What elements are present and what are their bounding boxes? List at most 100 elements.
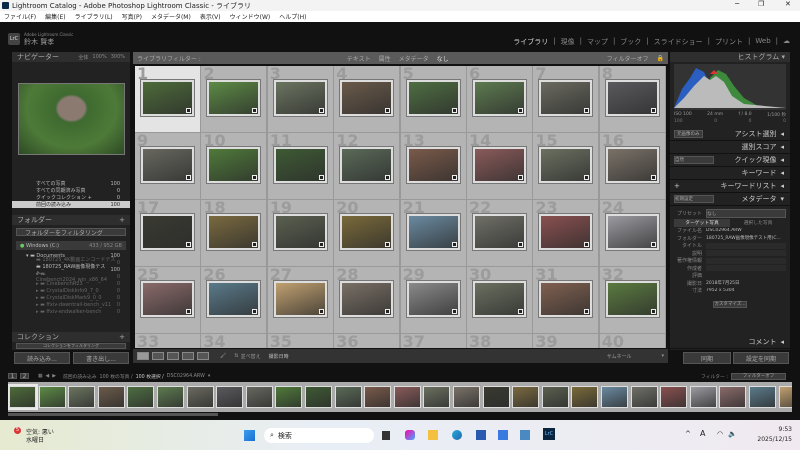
photo-thumbnail[interactable] bbox=[207, 80, 261, 116]
filter-metadata[interactable]: メタデータ bbox=[399, 54, 429, 63]
metadata-view-select[interactable]: 初期設定 bbox=[674, 195, 714, 203]
photo-thumbnail[interactable] bbox=[340, 80, 394, 116]
filmstrip-thumbnail[interactable] bbox=[719, 386, 747, 408]
menu-edit[interactable]: 編集(E) bbox=[45, 12, 65, 21]
sync-button[interactable]: 同期 bbox=[683, 352, 731, 364]
filmstrip-thumbnail[interactable] bbox=[512, 386, 540, 408]
export-button[interactable]: 書き出し... bbox=[73, 352, 129, 364]
menu-view[interactable]: 表示(V) bbox=[200, 12, 221, 21]
photo-thumbnail[interactable] bbox=[605, 281, 659, 317]
photo-thumbnail[interactable] bbox=[406, 147, 460, 183]
edit-badge-icon[interactable] bbox=[518, 175, 523, 180]
field-value[interactable] bbox=[706, 273, 786, 279]
zoom-100[interactable]: 100% bbox=[92, 54, 106, 60]
grid-cell[interactable]: 4 bbox=[334, 66, 401, 133]
grid-cell[interactable]: 6 bbox=[467, 66, 533, 133]
grid-cell[interactable]: 1 bbox=[135, 66, 201, 133]
edit-badge-icon[interactable] bbox=[318, 175, 324, 180]
loupe-view-icon[interactable] bbox=[152, 352, 164, 360]
field-value[interactable] bbox=[706, 250, 786, 257]
filter-none[interactable]: なし bbox=[437, 54, 449, 63]
filmstrip-thumbnail[interactable] bbox=[541, 386, 569, 408]
filmstrip-thumbnail[interactable] bbox=[660, 386, 688, 408]
metadata-field[interactable]: 寸法 7952 x 5304 bbox=[674, 287, 786, 295]
photo-thumbnail[interactable] bbox=[473, 80, 526, 116]
people-view-icon[interactable] bbox=[197, 352, 209, 360]
edit-badge-icon[interactable] bbox=[650, 242, 656, 247]
grid-cell[interactable]: 36 bbox=[334, 332, 401, 348]
filmstrip-thumbnail[interactable] bbox=[601, 386, 628, 408]
photo-thumbnail[interactable] bbox=[406, 214, 460, 250]
photo-thumbnail[interactable] bbox=[207, 147, 261, 183]
module-web[interactable]: Web bbox=[755, 37, 770, 47]
filmstrip-thumbnail[interactable] bbox=[245, 386, 273, 408]
grid-cell[interactable]: 27 bbox=[267, 265, 334, 334]
edit-badge-icon[interactable] bbox=[385, 242, 391, 247]
field-value[interactable]: DSC02964.ARW bbox=[706, 228, 786, 234]
edit-badge-icon[interactable] bbox=[186, 242, 191, 247]
photo-thumbnail[interactable] bbox=[539, 80, 593, 116]
filter-preset[interactable]: フィルターオフ bbox=[607, 54, 649, 63]
photo-thumbnail[interactable] bbox=[273, 214, 327, 250]
menu-window[interactable]: ウィンドウ(W) bbox=[230, 12, 271, 21]
grid-cell[interactable]: 39 bbox=[533, 332, 600, 348]
field-value[interactable]: 2018年7月25日 bbox=[706, 280, 786, 286]
grid-cell[interactable]: 5 bbox=[400, 66, 467, 133]
copilot-icon[interactable] bbox=[405, 430, 415, 440]
folder-item[interactable]: ▸ ▬ CrystalDiskMark9_0_0 0 bbox=[12, 294, 130, 301]
filmstrip-thumbnail[interactable] bbox=[689, 386, 717, 408]
grid-cell[interactable]: 34 bbox=[201, 332, 268, 348]
compare-view-icon[interactable] bbox=[167, 352, 179, 360]
edit-badge-icon[interactable] bbox=[385, 175, 391, 180]
grid-cell[interactable]: 16 bbox=[599, 131, 666, 200]
close-button[interactable]: ✕ bbox=[785, 0, 791, 8]
zoom-fit[interactable]: 全体 bbox=[78, 54, 88, 61]
module-map[interactable]: マップ bbox=[587, 37, 608, 47]
navigator-header[interactable]: ナビゲーター 全体 100% 300% bbox=[12, 52, 130, 62]
photo-thumbnail[interactable] bbox=[539, 281, 593, 317]
filter-attribute[interactable]: 属性 bbox=[379, 54, 391, 63]
edit-badge-icon[interactable] bbox=[451, 309, 457, 314]
edit-badge-icon[interactable] bbox=[584, 242, 590, 247]
module-slideshow[interactable]: スライドショー bbox=[654, 37, 703, 47]
thumbnail-size-slider[interactable]: サムネール bbox=[607, 353, 632, 360]
wifi-icon[interactable]: ◠ bbox=[717, 430, 723, 438]
grid-cell[interactable]: 28 bbox=[334, 265, 401, 334]
grid-cell[interactable]: 8 bbox=[599, 66, 666, 133]
grid-cell[interactable]: 40 bbox=[599, 332, 666, 348]
filmstrip-thumbnail[interactable] bbox=[127, 386, 155, 408]
grid-cell[interactable]: 12 bbox=[334, 131, 401, 200]
photo-thumbnail[interactable] bbox=[207, 214, 261, 250]
module-print[interactable]: プリント bbox=[715, 37, 743, 47]
collection-filter-button[interactable]: コレクションをフィルタリング bbox=[16, 343, 126, 349]
edit-badge-icon[interactable] bbox=[518, 309, 523, 314]
photo-thumbnail[interactable] bbox=[605, 214, 659, 250]
grid-cell[interactable]: 23 bbox=[533, 198, 600, 267]
grid-cell[interactable]: 24 bbox=[599, 198, 666, 267]
photo-thumbnail[interactable] bbox=[273, 281, 327, 317]
metadata-field[interactable]: タイトル bbox=[674, 242, 786, 250]
start-icon[interactable] bbox=[244, 430, 255, 441]
grid-cell[interactable]: 33 bbox=[135, 332, 201, 348]
field-value[interactable]: 180725_RAW画像現像テスト用(C... bbox=[706, 235, 786, 241]
edit-badge-icon[interactable] bbox=[584, 309, 590, 314]
grid-cell[interactable]: 18 bbox=[201, 198, 268, 267]
navigator-preview[interactable] bbox=[18, 83, 125, 155]
edit-badge-icon[interactable] bbox=[584, 108, 590, 113]
metadata-field[interactable]: フォルダー 180725_RAW画像現像テスト用(C... bbox=[674, 235, 786, 243]
filmstrip-thumbnail[interactable] bbox=[216, 386, 244, 408]
ime-indicator[interactable]: A bbox=[700, 429, 705, 438]
spray-can-icon[interactable]: 🖌 bbox=[220, 353, 226, 359]
edit-badge-icon[interactable] bbox=[518, 242, 523, 247]
store-icon[interactable] bbox=[476, 430, 486, 440]
collections-header[interactable]: コレクション + bbox=[12, 332, 130, 342]
lightroom-taskbar-icon[interactable]: LrC bbox=[543, 428, 555, 440]
grid-cell[interactable]: 17 bbox=[135, 198, 201, 267]
photo-thumbnail[interactable] bbox=[406, 80, 460, 116]
menu-file[interactable]: ファイル(F) bbox=[4, 12, 36, 21]
grid-cell[interactable]: 19 bbox=[267, 198, 334, 267]
filmstrip-thumbnail[interactable] bbox=[186, 386, 214, 408]
module-develop[interactable]: 現像 bbox=[561, 37, 575, 47]
photo-thumbnail[interactable] bbox=[406, 281, 460, 317]
metadata-field[interactable]: 評価 bbox=[674, 272, 786, 280]
